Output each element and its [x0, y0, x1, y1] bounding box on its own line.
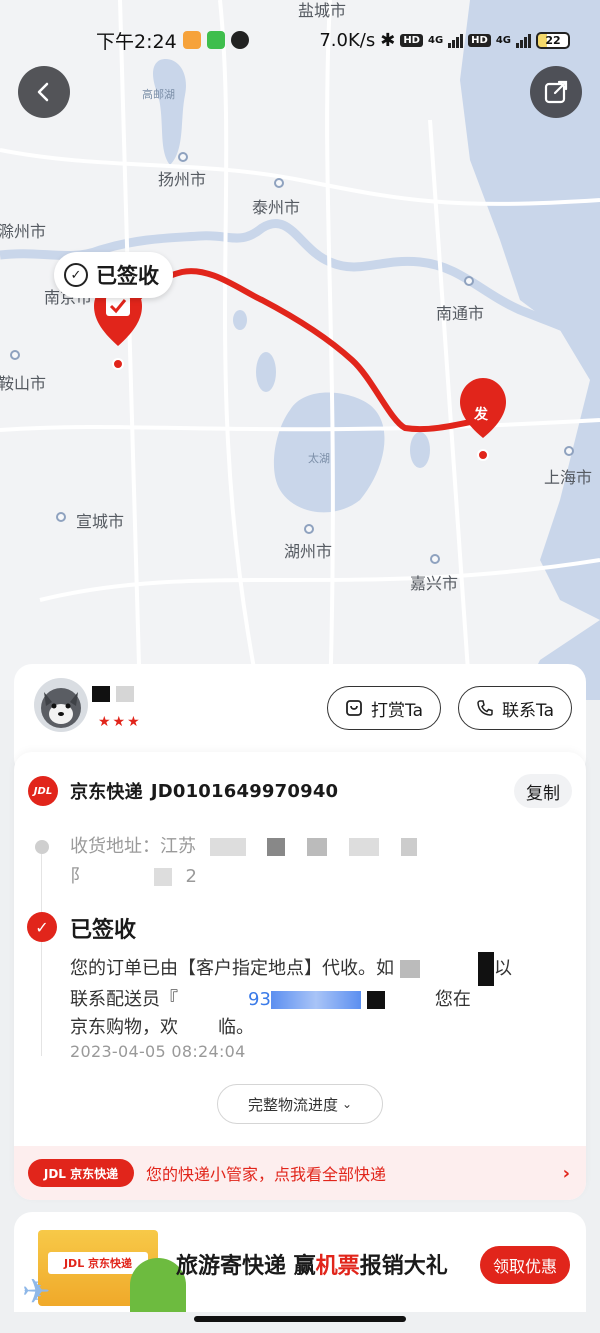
timeline-line	[41, 848, 42, 1056]
status-description: 您的订单已由【客户指定地点】代收。如 以 联系配送员『 93 您在 京东购物，欢 临。	[70, 952, 570, 1042]
city-label-chuzhou: 滁州市	[0, 222, 47, 241]
claim-offer-button[interactable]: 领取优惠	[480, 1246, 570, 1284]
chevron-right-icon: ›	[562, 1162, 570, 1184]
lake-label-taihu: 太湖	[308, 452, 330, 465]
status-title: 已签收	[70, 918, 137, 943]
network-type: 4G	[495, 34, 511, 46]
check-circle-icon: ✓	[64, 263, 88, 287]
city-label-shanghai: 上海市	[544, 468, 593, 487]
city-dot	[10, 350, 20, 360]
desc-line-1-tail: 以	[494, 958, 512, 979]
express-helper-bar[interactable]: JDL 京东快递 您的快递小管家，点我看全部快递 ›	[14, 1146, 586, 1200]
tip-courier-button[interactable]: 打赏Ta	[327, 686, 441, 730]
status-timestamp: 2023-04-05 08:24:04	[70, 1042, 246, 1061]
city-dot	[274, 178, 284, 188]
desc-line-2-tail: 您在	[434, 989, 471, 1010]
network-type: 4G	[427, 34, 444, 46]
signal-icon	[516, 32, 531, 48]
city-label-yangzhou: 扬州市	[158, 170, 207, 189]
city-label-jiaxing: 嘉兴市	[410, 574, 459, 593]
share-icon	[544, 80, 568, 104]
promo-text-highlight: 机票	[315, 1254, 360, 1279]
tracking-card: JDL 京东快递 JD0101649970940 复制 收货地址：江苏 阝 2 …	[14, 752, 586, 1200]
promo-text-a: 旅游寄快递 赢	[176, 1254, 316, 1279]
desc-line-3: 京东购物，欢	[70, 1017, 178, 1038]
address-line-2-tail: 2	[185, 866, 197, 887]
city-label-xuancheng: 宣城市	[76, 512, 125, 531]
courier-name-masked	[92, 686, 182, 704]
signal-icon	[448, 32, 464, 48]
courier-avatar	[34, 678, 88, 732]
jd-logo-icon: JDL	[28, 776, 58, 806]
desc-line-3-tail: 临。	[218, 1017, 254, 1038]
wechat-icon	[206, 31, 225, 49]
signed-marker-label: 已签收	[96, 264, 159, 288]
full-progress-button[interactable]: 完整物流进度 ⌄	[217, 1084, 383, 1124]
carrier-name: 京东快递	[70, 782, 143, 803]
city-dot	[430, 554, 440, 564]
hd-badge: HD	[468, 33, 491, 47]
map-view[interactable]: 盐城市 高邮湖 扬州市 泰州市 滁州市 南京市 南通市 鞍山市 太湖 上海市 宣…	[0, 0, 600, 700]
copy-tracking-button[interactable]: 复制	[514, 774, 572, 808]
address-line-1: 收货地址：江苏	[70, 836, 196, 857]
contact-courier-label: 联系Ta	[502, 700, 554, 721]
timeline-dot	[35, 840, 49, 854]
city-dot	[464, 276, 474, 286]
airplane-icon: ✈	[22, 1272, 51, 1312]
city-dot	[56, 512, 66, 522]
courier-rating: ★★★	[98, 714, 142, 730]
jdl-helper-logo: JDL 京东快递	[28, 1159, 134, 1187]
desc-line-2-phone: 93	[248, 989, 271, 1010]
chevron-down-icon: ⌄	[341, 1097, 353, 1111]
full-progress-label: 完整物流进度	[247, 1095, 338, 1114]
city-label-huzhou: 湖州市	[284, 542, 333, 561]
city-label-yancheng: 盐城市	[298, 1, 347, 20]
map-base	[0, 0, 600, 700]
origin-pin-label: 发	[474, 407, 488, 423]
promo-text: 旅游寄快递 赢机票报销大礼	[176, 1248, 448, 1280]
phone-icon	[477, 700, 493, 716]
city-dot	[178, 152, 188, 162]
bluetooth-icon: ✱	[380, 29, 396, 51]
battery-icon: 22	[536, 31, 570, 49]
home-indicator[interactable]	[194, 1316, 406, 1322]
chevron-left-icon	[37, 82, 49, 102]
signed-marker-bubble[interactable]: ✓ 已签收	[54, 252, 173, 298]
share-button[interactable]	[530, 66, 582, 118]
gift-icon	[346, 700, 362, 716]
city-dot	[304, 524, 314, 534]
contact-courier-button[interactable]: 联系Ta	[458, 686, 572, 730]
status-bar: 下午2:24 7.0K/s ✱ HD 4G HD 4G 22	[0, 22, 600, 58]
lake-label-gaoyou: 高邮湖	[142, 88, 175, 101]
hd-badge: HD	[400, 33, 423, 47]
tip-courier-label: 打赏Ta	[371, 700, 423, 721]
city-label-taizhou: 泰州市	[252, 198, 301, 217]
helper-text: 您的快递小管家，点我看全部快递	[146, 1165, 387, 1184]
address-line-2: 阝	[70, 866, 88, 887]
city-dot	[564, 446, 574, 456]
status-time: 下午2:24	[96, 30, 177, 53]
desc-line-2: 联系配送员『	[70, 989, 178, 1010]
desc-line-1: 您的订单已由【客户指定地点】代收。如	[70, 958, 394, 979]
notification-app-icon	[182, 31, 201, 49]
city-label-nantong: 南通市	[436, 304, 485, 323]
promo-banner[interactable]: JDL 京东快递 ✈ 旅游寄快递 赢机票报销大礼 领取优惠	[14, 1212, 586, 1312]
net-speed: 7.0K/s	[319, 29, 376, 51]
signed-check-icon: ✓	[27, 912, 57, 942]
delivery-address: 收货地址：江苏 阝 2	[70, 832, 566, 892]
qq-icon	[230, 31, 249, 49]
promo-text-b: 报销大礼	[359, 1254, 448, 1279]
city-label-maanshan: 鞍山市	[0, 374, 47, 393]
carrier-row: JDL 京东快递 JD0101649970940 复制	[28, 774, 572, 808]
tracking-number: JD0101649970940	[150, 780, 339, 802]
back-button[interactable]	[18, 66, 70, 118]
